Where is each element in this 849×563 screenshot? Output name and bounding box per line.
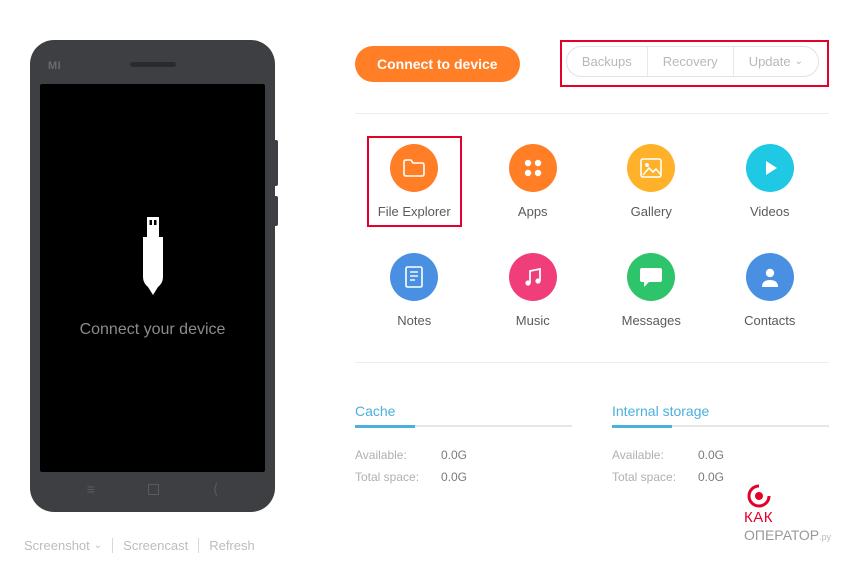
- screencast-button[interactable]: Screencast: [113, 538, 199, 553]
- gallery-icon: [627, 144, 675, 192]
- play-icon: [746, 144, 794, 192]
- storage-section: Cache Available:0.0G Total space:0.0G In…: [355, 393, 829, 488]
- folder-icon: [390, 144, 438, 192]
- tile-contacts[interactable]: Contacts: [711, 253, 830, 328]
- tile-messages[interactable]: Messages: [592, 253, 711, 328]
- watermark-icon: [744, 483, 774, 509]
- category-grid: File Explorer Apps Gallery Videos: [355, 144, 829, 328]
- notes-icon: [390, 253, 438, 301]
- nav-menu-icon: ≡: [87, 481, 95, 497]
- update-button[interactable]: Update⌄: [734, 47, 818, 76]
- tile-notes[interactable]: Notes: [355, 253, 474, 328]
- messages-icon: [627, 253, 675, 301]
- bottom-toolbar: Screenshot⌄ Screencast Refresh: [14, 538, 265, 553]
- recovery-button[interactable]: Recovery: [648, 47, 734, 76]
- phone-brand: MI: [48, 60, 61, 72]
- usb-icon: [136, 217, 170, 295]
- tile-apps[interactable]: Apps: [474, 144, 593, 219]
- cache-bar: [355, 425, 572, 427]
- connect-device-button[interactable]: Connect to device: [355, 46, 520, 82]
- nav-back-icon: ⟨: [213, 481, 218, 498]
- chevron-down-icon: ⌄: [94, 540, 102, 551]
- contacts-icon: [746, 253, 794, 301]
- cache-storage: Cache Available:0.0G Total space:0.0G: [355, 403, 572, 488]
- action-pills: Backups Recovery Update⌄: [566, 46, 819, 77]
- refresh-button[interactable]: Refresh: [199, 538, 265, 553]
- watermark: КАК ОПЕРАТОР.ру: [744, 483, 831, 545]
- tile-file-explorer[interactable]: File Explorer: [355, 144, 474, 219]
- main-panel: Connect to device Backups Recovery Updat…: [300, 0, 849, 563]
- tile-videos[interactable]: Videos: [711, 144, 830, 219]
- phone-mockup: MI Connect your device ≡ ⟨: [30, 40, 275, 512]
- phone-nav: ≡ ⟨: [30, 476, 275, 502]
- apps-icon: [509, 144, 557, 192]
- nav-home-icon: [148, 484, 159, 495]
- backups-button[interactable]: Backups: [567, 47, 648, 76]
- tile-music[interactable]: Music: [474, 253, 593, 328]
- internal-bar: [612, 425, 829, 427]
- chevron-down-icon: ⌄: [795, 56, 803, 67]
- connect-prompt: Connect your device: [80, 321, 226, 339]
- tile-gallery[interactable]: Gallery: [592, 144, 711, 219]
- internal-storage: Internal storage Available:0.0G Total sp…: [612, 403, 829, 488]
- device-panel: MI Connect your device ≡ ⟨ Screenshot⌄: [0, 0, 300, 563]
- music-icon: [509, 253, 557, 301]
- screenshot-button[interactable]: Screenshot⌄: [14, 538, 113, 553]
